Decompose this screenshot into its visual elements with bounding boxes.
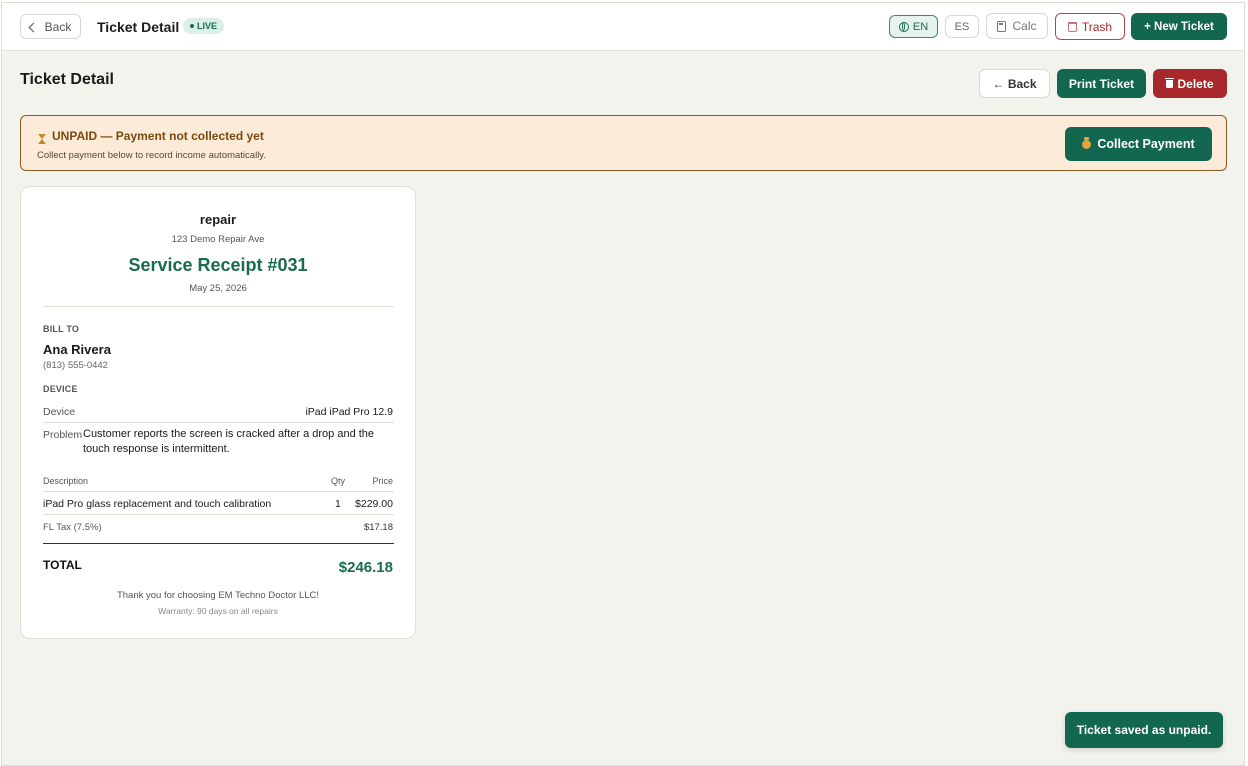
tax-value: $17.18: [363, 522, 393, 533]
device-value: iPad iPad Pro 12.9: [305, 406, 393, 418]
delete-label: Delete: [1177, 76, 1214, 91]
back-button[interactable]: Back: [20, 14, 81, 39]
shop-address: 123 Demo Repair Ave: [171, 234, 265, 245]
column-description: Description: [43, 476, 89, 486]
app-window: Back Ticket Detail LIVE EN ES Calc Trash…: [1, 2, 1245, 766]
hourglass-icon: [38, 133, 46, 144]
shop-name: repair: [199, 212, 237, 227]
trash-label: Trash: [1081, 19, 1113, 34]
lang-en-label: EN: [912, 20, 929, 33]
calc-label: Calc: [1012, 19, 1037, 33]
receipt-date: May 25, 2026: [189, 283, 247, 294]
delete-button[interactable]: Delete: [1153, 69, 1227, 98]
lang-en-button[interactable]: EN: [889, 15, 938, 38]
toast-message: Ticket saved as unpaid.: [1076, 723, 1212, 737]
item-price: $229.00: [355, 498, 393, 510]
back-button-label: Back: [44, 19, 72, 34]
toast-notification: Ticket saved as unpaid.: [1065, 712, 1223, 748]
banner-title-text: UNPAID — Payment not collected yet: [52, 129, 264, 143]
warranty-note: Warranty: 90 days on all repairs: [158, 606, 278, 616]
lang-es-button[interactable]: ES: [945, 15, 979, 38]
divider: [43, 514, 394, 515]
lang-es-label: ES: [954, 20, 970, 33]
live-dot-icon: [189, 24, 194, 28]
collect-payment-button[interactable]: Collect Payment: [1065, 127, 1212, 161]
customer-name: Ana Rivera: [43, 342, 111, 357]
banner-title: UNPAID — Payment not collected yet: [38, 129, 264, 144]
bill-to-label: BILL TO: [43, 324, 80, 334]
total-label: TOTAL: [43, 558, 82, 572]
back-main-label: ← Back: [992, 76, 1037, 91]
calculator-icon: [997, 20, 1007, 32]
live-badge: LIVE: [183, 18, 224, 34]
trash-button[interactable]: Trash: [1055, 13, 1125, 40]
collect-payment-label: Collect Payment: [1097, 137, 1195, 151]
banner-subtitle: Collect payment below to record income a…: [37, 150, 266, 161]
unpaid-banner: UNPAID — Payment not collected yet Colle…: [20, 115, 1227, 171]
item-description: iPad Pro glass replacement and touch cal…: [43, 498, 272, 510]
problem-key: Problem: [43, 429, 83, 441]
receipt-title: Service Receipt #031: [128, 255, 308, 275]
live-badge-label: LIVE: [196, 21, 217, 31]
globe-icon: [898, 21, 909, 32]
chevron-left-icon: [28, 22, 39, 32]
total-value: $246.18: [338, 559, 393, 576]
divider: [43, 422, 394, 423]
column-price: Price: [372, 476, 393, 486]
tax-label: FL Tax (7.5%): [43, 522, 102, 533]
page-title: Ticket Detail: [20, 71, 114, 88]
device-key: Device: [43, 406, 76, 418]
device-section-label: DEVICE: [43, 384, 78, 394]
new-ticket-button[interactable]: + New Ticket: [1131, 13, 1227, 40]
trash-icon: [1067, 21, 1077, 32]
back-main-button[interactable]: ← Back: [979, 69, 1050, 98]
thank-you-note: Thank you for choosing EM Techno Doctor …: [116, 590, 320, 601]
print-ticket-button[interactable]: Print Ticket: [1057, 69, 1146, 98]
customer-phone: (813) 555-0442: [43, 360, 108, 371]
money-bag-icon: [1082, 136, 1092, 149]
divider: [43, 491, 394, 492]
top-bar-title: Ticket Detail: [97, 19, 180, 35]
item-qty: 1: [335, 498, 341, 510]
calc-button[interactable]: Calc: [986, 13, 1048, 39]
trash-bin-icon: [1165, 77, 1175, 88]
column-qty: Qty: [331, 476, 346, 486]
receipt-card: repair 123 Demo Repair Ave Service Recei…: [20, 186, 416, 639]
print-ticket-label: Print Ticket: [1068, 76, 1135, 91]
new-ticket-label: + New Ticket: [1144, 20, 1214, 33]
total-divider: [43, 543, 394, 544]
problem-value: Customer reports the screen is cracked a…: [83, 428, 375, 455]
top-bar: Back Ticket Detail LIVE EN ES Calc Trash…: [2, 3, 1244, 51]
divider: [43, 306, 394, 307]
